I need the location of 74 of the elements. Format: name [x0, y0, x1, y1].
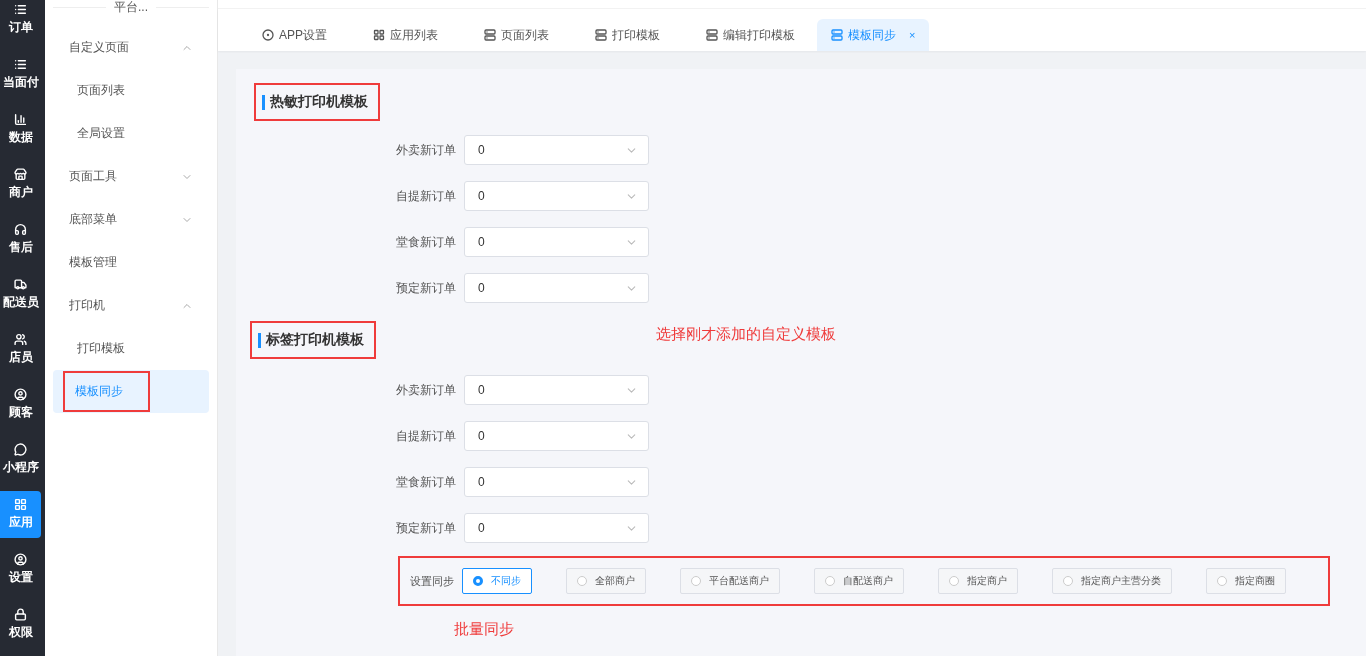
tab[interactable]: 编辑打印模板 — [692, 19, 809, 51]
nav-item[interactable]: 订单 — [0, 0, 41, 43]
radio-option[interactable]: 平台配送商户 — [680, 568, 780, 594]
lock-icon — [14, 608, 27, 621]
select-field[interactable]: 0 — [464, 273, 649, 303]
server-icon — [706, 29, 718, 41]
select-field[interactable]: 0 — [464, 467, 649, 497]
server-icon — [831, 29, 843, 41]
sidebar-subitem[interactable]: 页面列表 — [53, 69, 209, 112]
select-field[interactable]: 0 — [464, 421, 649, 451]
select-field[interactable]: 0 — [464, 513, 649, 543]
section-title: 标签打印机模板 — [250, 321, 376, 359]
radio-option[interactable]: 指定商户主营分类 — [1052, 568, 1172, 594]
annotation-box: 模板同步 — [63, 371, 150, 412]
sidebar-item[interactable]: 模板管理 — [53, 241, 209, 284]
sidebar-item[interactable]: 底部菜单 — [53, 198, 209, 241]
nav-item[interactable]: 当面付 — [0, 51, 41, 98]
nav-item[interactable]: 商户 — [0, 161, 41, 208]
tab[interactable]: APP设置 — [248, 19, 351, 51]
field-label: 预定新订单 — [395, 519, 456, 537]
sidebar-subitem-label: 全局设置 — [76, 125, 126, 142]
annotation-text: 选择刚才添加的自定义模板 — [656, 325, 836, 344]
sidebar-subitem-label: 打印模板 — [76, 340, 126, 357]
field-label: 设置同步 — [410, 573, 454, 589]
user-icon — [14, 553, 27, 566]
list-icon — [14, 58, 27, 71]
sidebar-item[interactable]: 自定义页面 — [53, 26, 209, 69]
users-icon — [14, 333, 27, 346]
field-label: 自提新订单 — [395, 187, 456, 205]
sidebar-subitem[interactable]: 全局设置 — [53, 112, 209, 155]
sidebar-subitem-label: 页面列表 — [76, 82, 126, 99]
chat-bubble-icon — [14, 443, 27, 456]
list-icon — [14, 3, 27, 16]
annotation-text: 批量同步 — [454, 620, 515, 639]
truck-icon — [14, 278, 27, 291]
store-icon — [14, 168, 27, 181]
nav-item[interactable]: 顾客 — [0, 381, 41, 428]
nav-item[interactable]: 店员 — [0, 326, 41, 373]
server-icon — [595, 29, 607, 41]
field-label: 外卖新订单 — [395, 381, 456, 399]
circle-icon — [262, 29, 274, 41]
radio-option[interactable]: 指定商户 — [938, 568, 1018, 594]
tab[interactable]: 打印模板 — [581, 19, 684, 51]
headset-icon — [14, 223, 27, 236]
select-field[interactable]: 0 — [464, 135, 649, 165]
nav-item[interactable]: 售后 — [0, 216, 41, 263]
grid-icon — [373, 29, 385, 41]
user-icon — [14, 388, 27, 401]
server-icon — [484, 29, 496, 41]
bar-chart-icon — [14, 113, 27, 126]
section-title: 热敏打印机模板 — [254, 83, 380, 121]
field-label: 堂食新订单 — [395, 233, 456, 251]
sidebar-title: 平台... — [114, 0, 148, 16]
field-label: 外卖新订单 — [395, 141, 456, 159]
nav-item[interactable]: 数据 — [0, 106, 41, 153]
select-field[interactable]: 0 — [464, 227, 649, 257]
nav-item[interactable]: 小程序 — [0, 436, 41, 483]
field-label: 预定新订单 — [395, 279, 456, 297]
tab[interactable]: 页面列表 — [470, 19, 573, 51]
sidebar-item[interactable]: 页面工具 — [53, 155, 209, 198]
nav-item[interactable]: 设置 — [0, 546, 41, 593]
radio-option[interactable]: 全部商户 — [566, 568, 646, 594]
nav-item[interactable]: 配送员 — [0, 271, 41, 318]
select-field[interactable]: 0 — [464, 181, 649, 211]
grid-icon — [14, 498, 27, 511]
field-label: 自提新订单 — [395, 427, 456, 445]
sidebar-item[interactable]: 打印机 — [53, 284, 209, 327]
sidebar-subitem[interactable]: 打印模板 — [53, 327, 209, 370]
nav-item[interactable]: 权限 — [0, 601, 41, 648]
tab[interactable]: 应用列表 — [359, 19, 462, 51]
radio-option[interactable]: 指定商圈 — [1206, 568, 1286, 594]
field-label: 堂食新订单 — [395, 473, 456, 491]
radio-option[interactable]: 自配送商户 — [814, 568, 904, 594]
select-field[interactable]: 0 — [464, 375, 649, 405]
